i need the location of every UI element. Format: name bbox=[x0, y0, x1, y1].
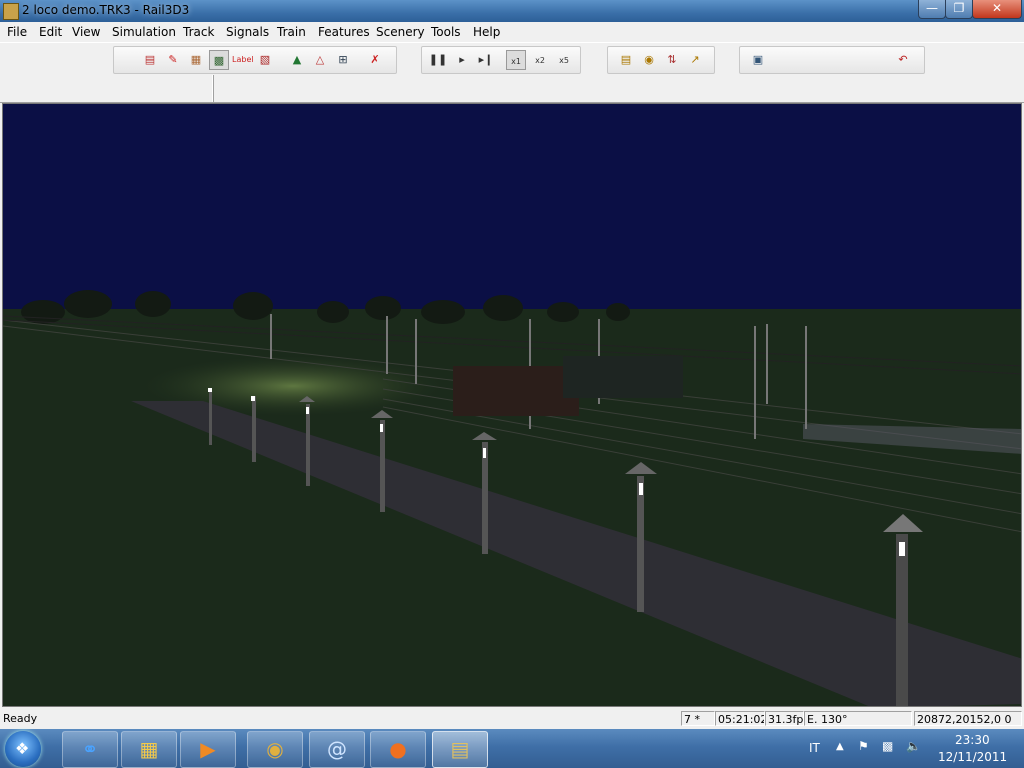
status-ready: Ready bbox=[3, 712, 38, 725]
toolbar-group-edit: ▤ ✎ ▦ ▩ Label ▧ ▲ △ ⊞ ✗ bbox=[113, 46, 397, 74]
menu-track[interactable]: Track bbox=[183, 25, 214, 39]
firefox-icon: ● bbox=[389, 737, 407, 761]
clock-date[interactable]: 12/11/2011 bbox=[938, 750, 1007, 764]
tree-remove-icon[interactable]: △ bbox=[310, 50, 330, 70]
volume-icon[interactable]: 🔈 bbox=[906, 739, 921, 753]
status-fps: 31.3fp bbox=[765, 711, 804, 726]
taskbar-ie[interactable]: ⚭ bbox=[62, 731, 118, 768]
minimize-button[interactable]: — bbox=[918, 0, 946, 19]
locomotive-grey bbox=[563, 356, 683, 398]
play-icon[interactable]: ▸ bbox=[452, 50, 472, 70]
pause-icon[interactable]: ❚❚ bbox=[428, 50, 448, 70]
status-coords: 20872,20152,0 0 bbox=[914, 711, 1022, 726]
follow-icon[interactable]: ↗ bbox=[685, 50, 705, 70]
folder-icon: ▦ bbox=[139, 737, 159, 761]
speed-x1-button[interactable]: x1 bbox=[506, 50, 526, 70]
taskbar-rail3d[interactable]: ▤ bbox=[432, 731, 488, 768]
menu-simulation[interactable]: Simulation bbox=[112, 25, 176, 39]
status-heading: E. 130° bbox=[804, 711, 912, 726]
action-center-flag-icon[interactable]: ⚑ bbox=[858, 739, 869, 753]
status-bar: Ready 7 * 05:21:02 31.3fp E. 130° 20872,… bbox=[0, 709, 1024, 729]
menu-train[interactable]: Train bbox=[277, 25, 306, 39]
night-scene bbox=[3, 104, 1021, 706]
secondary-bar bbox=[0, 75, 1024, 103]
track-tool-icon[interactable]: ▤ bbox=[140, 50, 160, 70]
taskbar-paint[interactable]: ◉ bbox=[247, 731, 303, 768]
delete-feature-icon[interactable]: ✗ bbox=[365, 50, 385, 70]
tree-icon[interactable]: ▲ bbox=[287, 50, 307, 70]
maximize-button[interactable]: ❐ bbox=[945, 0, 973, 19]
taskbar-mail[interactable]: @ bbox=[309, 731, 365, 768]
step-icon[interactable]: ▸❙ bbox=[476, 50, 496, 70]
internet-explorer-icon: ⚭ bbox=[81, 737, 99, 761]
taskbar-media[interactable]: ▶ bbox=[180, 731, 236, 768]
menu-features[interactable]: Features bbox=[318, 25, 370, 39]
network-icon[interactable]: ▩ bbox=[882, 739, 893, 753]
toolbar-group-sim: ❚❚ ▸ ▸❙ x1 x2 x5 bbox=[421, 46, 581, 74]
loco-tool-icon[interactable]: ▩ bbox=[209, 50, 229, 70]
language-indicator[interactable]: IT bbox=[809, 741, 820, 755]
menu-signals[interactable]: Signals bbox=[226, 25, 269, 39]
menu-help[interactable]: Help bbox=[473, 25, 500, 39]
menu-edit[interactable]: Edit bbox=[39, 25, 62, 39]
signal-tool-icon[interactable]: ▦ bbox=[186, 50, 206, 70]
locomotive-red bbox=[453, 366, 579, 416]
secondary-bar-left-pane bbox=[0, 75, 213, 102]
route-icon[interactable]: ⇅ bbox=[662, 50, 682, 70]
menu-tools[interactable]: Tools bbox=[431, 25, 461, 39]
status-time: 05:21:02 bbox=[715, 711, 765, 726]
pencil-icon[interactable]: ✎ bbox=[163, 50, 183, 70]
window-icon[interactable]: ▣ bbox=[748, 50, 768, 70]
taskbar-firefox[interactable]: ● bbox=[370, 731, 426, 768]
start-button[interactable]: ❖ bbox=[5, 731, 41, 767]
menu-bar: File Edit View Simulation Track Signals … bbox=[0, 22, 1024, 42]
3d-viewport[interactable] bbox=[2, 103, 1022, 707]
tray-expand-icon[interactable]: ▲ bbox=[836, 741, 844, 752]
media-player-icon: ▶ bbox=[200, 737, 216, 761]
taskbar-explorer[interactable]: ▦ bbox=[121, 731, 177, 768]
train-tool-icon[interactable]: ▧ bbox=[255, 50, 275, 70]
camera-icon[interactable]: ◉ bbox=[639, 50, 659, 70]
menu-view[interactable]: View bbox=[72, 25, 100, 39]
title-bar[interactable]: 2 loco demo.TRK3 - Rail3D3 — ❐ ✕ bbox=[0, 0, 1024, 22]
status-zoom: 7 * bbox=[681, 711, 715, 726]
app-icon[interactable] bbox=[3, 3, 19, 20]
speed-x2-label: x2 bbox=[535, 56, 545, 65]
tram-icon: ▤ bbox=[450, 737, 470, 761]
taskbar: ❖ ⚭ ▦ ▶ ◉ @ ● ▤ IT ▲ ⚑ ▩ 🔈 23:30 12/11/2… bbox=[0, 729, 1024, 768]
toolbar-group-misc: ▣ ↶ bbox=[739, 46, 925, 74]
speed-x5-button[interactable]: x5 bbox=[554, 50, 574, 70]
label-button[interactable]: Label bbox=[232, 50, 254, 70]
undo-icon[interactable]: ↶ bbox=[893, 50, 913, 70]
feature-tool-icon[interactable]: ⊞ bbox=[333, 50, 353, 70]
toolbar: ▤ ✎ ▦ ▩ Label ▧ ▲ △ ⊞ ✗ ❚❚ ▸ ▸❙ x1 x2 x5… bbox=[0, 42, 1024, 75]
speed-x2-button[interactable]: x2 bbox=[530, 50, 550, 70]
timetable-icon[interactable]: ▤ bbox=[616, 50, 636, 70]
window-title: 2 loco demo.TRK3 - Rail3D3 bbox=[22, 3, 190, 17]
close-button[interactable]: ✕ bbox=[972, 0, 1022, 19]
speed-x1-label: x1 bbox=[511, 57, 521, 66]
night-sky bbox=[3, 104, 1021, 319]
speed-x5-label: x5 bbox=[559, 56, 569, 65]
menu-scenery[interactable]: Scenery bbox=[376, 25, 425, 39]
clock-time[interactable]: 23:30 bbox=[955, 733, 990, 747]
windows-logo-icon: ❖ bbox=[15, 739, 30, 758]
toolbar-group-view: ▤ ◉ ⇅ ↗ bbox=[607, 46, 715, 74]
menu-file[interactable]: File bbox=[7, 25, 27, 39]
at-sign-icon: @ bbox=[327, 737, 347, 761]
paint-palette-icon: ◉ bbox=[266, 737, 284, 761]
